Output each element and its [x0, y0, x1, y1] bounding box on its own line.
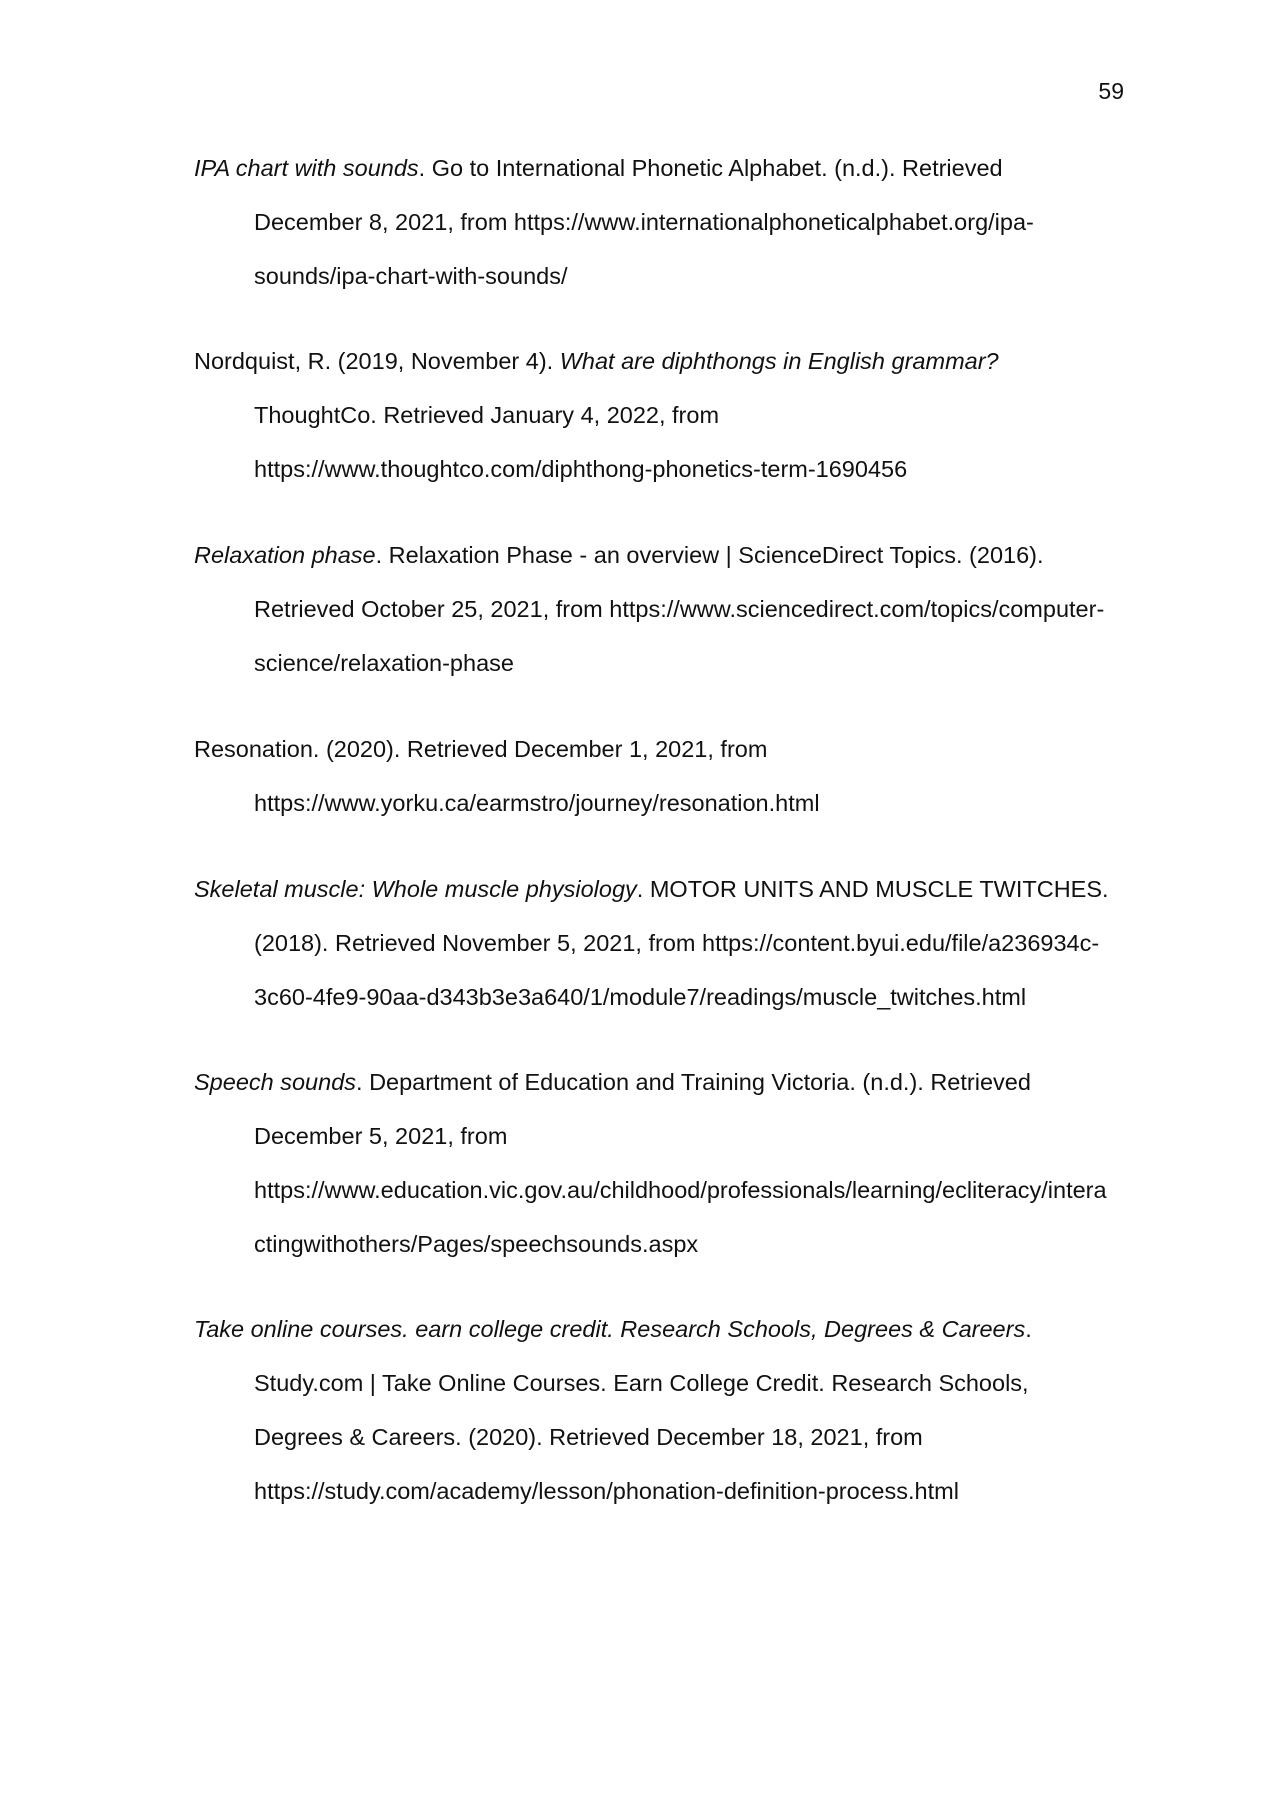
reference-text: https://www.thoughtco.com/diphthong-phon…: [254, 456, 908, 482]
reference-text: ctingwithothers/Pages/speechsounds.aspx: [254, 1231, 699, 1257]
reference-line: Resonation. (2020). Retrieved December 1…: [194, 736, 1124, 790]
reference-text: .: [1025, 1316, 1032, 1342]
reference-text: . Department of Education and Training V…: [356, 1069, 1031, 1095]
reference-title: Skeletal muscle: Whole muscle physiology: [194, 876, 637, 902]
reference-text: Nordquist, R. (2019, November 4).: [194, 348, 560, 374]
reference-line: IPA chart with sounds. Go to Internation…: [194, 155, 1124, 209]
reference-text: . Relaxation Phase - an overview | Scien…: [375, 542, 1044, 568]
page-number: 59: [1098, 78, 1124, 104]
reference-title: Take online courses. earn college credit…: [194, 1316, 1026, 1342]
reference-entry-study-com: Take online courses. earn college credit…: [194, 1316, 1124, 1532]
reference-entry-relaxation-phase: Relaxation phase. Relaxation Phase - an …: [194, 542, 1124, 704]
reference-text: Study.com | Take Online Courses. Earn Co…: [254, 1370, 1029, 1396]
reference-text: Degrees & Careers. (2020). Retrieved Dec…: [254, 1424, 923, 1450]
reference-text: . Go to International Phonetic Alphabet.…: [418, 155, 1003, 181]
reference-title: Speech sounds: [194, 1069, 357, 1095]
reference-line: December 8, 2021, from https://www.inter…: [194, 209, 1124, 263]
reference-text: https://www.education.vic.gov.au/childho…: [254, 1177, 1107, 1203]
reference-text: Retrieved October 25, 2021, from https:/…: [254, 596, 1105, 622]
reference-text: ThoughtCo. Retrieved January 4, 2022, fr…: [254, 402, 720, 428]
reference-line: (2018). Retrieved November 5, 2021, from…: [194, 930, 1124, 984]
reference-text: (2018). Retrieved November 5, 2021, from…: [254, 930, 1100, 956]
reference-title: IPA chart with sounds: [194, 155, 419, 181]
reference-text: https://study.com/academy/lesson/phonati…: [254, 1478, 959, 1504]
reference-line: Retrieved October 25, 2021, from https:/…: [194, 596, 1124, 650]
reference-entry-resonation: Resonation. (2020). Retrieved December 1…: [194, 736, 1124, 844]
reference-title: Relaxation phase: [194, 542, 376, 568]
reference-text: Resonation. (2020). Retrieved December 1…: [194, 736, 768, 762]
reference-line: https://www.education.vic.gov.au/childho…: [194, 1177, 1124, 1231]
reference-text: https://www.yorku.ca/earmstro/journey/re…: [254, 790, 820, 816]
reference-line: Nordquist, R. (2019, November 4). What a…: [194, 348, 1124, 402]
reference-text: 3c60-4fe9-90aa-d343b3e3a640/1/module7/re…: [254, 984, 1027, 1010]
reference-entry-skeletal-muscle: Skeletal muscle: Whole muscle physiology…: [194, 876, 1124, 1038]
reference-entry-nordquist: Nordquist, R. (2019, November 4). What a…: [194, 348, 1124, 510]
reference-text: sounds/ipa-chart-with-sounds/: [254, 263, 568, 289]
reference-line: Skeletal muscle: Whole muscle physiology…: [194, 876, 1124, 930]
reference-text: December 5, 2021, from: [254, 1123, 508, 1149]
reference-line: science/relaxation-phase: [194, 650, 1124, 704]
reference-entry-ipa-chart: IPA chart with sounds. Go to Internation…: [194, 155, 1124, 317]
reference-line: sounds/ipa-chart-with-sounds/: [194, 263, 1124, 317]
reference-text: science/relaxation-phase: [254, 650, 514, 676]
reference-title: What are diphthongs in English grammar?: [559, 348, 999, 374]
reference-line: ThoughtCo. Retrieved January 4, 2022, fr…: [194, 402, 1124, 456]
reference-line: Speech sounds. Department of Education a…: [194, 1069, 1124, 1123]
reference-line: ctingwithothers/Pages/speechsounds.aspx: [194, 1231, 1124, 1285]
reference-entry-speech-sounds: Speech sounds. Department of Education a…: [194, 1069, 1124, 1285]
reference-line: https://www.thoughtco.com/diphthong-phon…: [194, 456, 1124, 510]
reference-line: https://study.com/academy/lesson/phonati…: [194, 1478, 1124, 1532]
reference-line: 3c60-4fe9-90aa-d343b3e3a640/1/module7/re…: [194, 984, 1124, 1038]
reference-line: Relaxation phase. Relaxation Phase - an …: [194, 542, 1124, 596]
reference-line: Take online courses. earn college credit…: [194, 1316, 1124, 1370]
reference-line: https://www.yorku.ca/earmstro/journey/re…: [194, 790, 1124, 844]
reference-text: . MOTOR UNITS AND MUSCLE TWITCHES.: [636, 876, 1109, 902]
reference-line: December 5, 2021, from: [194, 1123, 1124, 1177]
reference-text: December 8, 2021, from https://www.inter…: [254, 209, 1034, 235]
reference-line: Degrees & Careers. (2020). Retrieved Dec…: [194, 1424, 1124, 1478]
reference-line: Study.com | Take Online Courses. Earn Co…: [194, 1370, 1124, 1424]
